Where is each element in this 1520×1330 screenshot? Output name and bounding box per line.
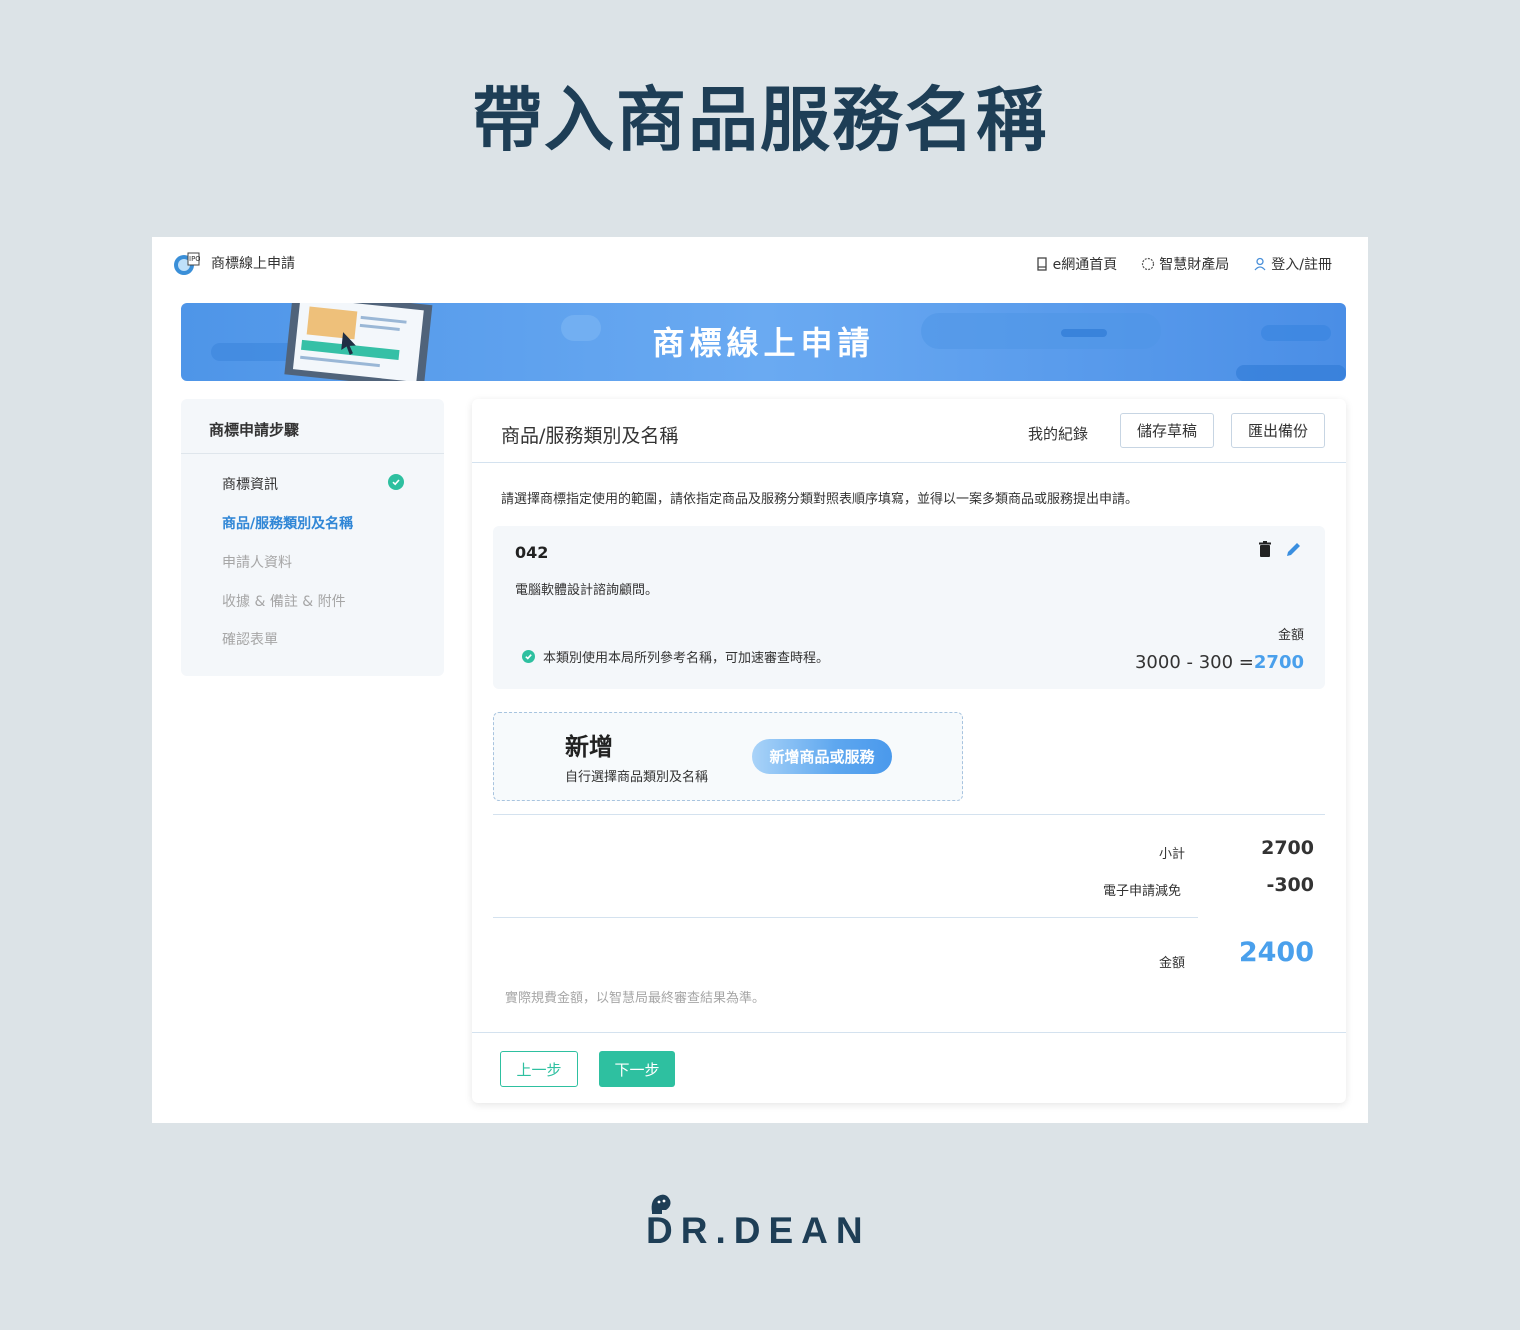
reference-note: 本類別使用本局所列參考名稱，可加速審查時程。 [522,647,829,666]
site-name[interactable]: 商標線上申請 [211,253,295,273]
add-subtitle: 自行選擇商品類別及名稱 [565,770,709,785]
divider [493,814,1325,815]
nav-tipo[interactable]: 智慧財產局 [1141,254,1229,274]
amount-formula: 3000 - 300 =2700 [1135,652,1304,673]
check-circle-icon [522,650,535,663]
main-panel: 商品/服務類別及名稱 我的紀錄 儲存草稿 匯出備份 請選擇商標指定使用的範圍，請… [472,399,1346,1103]
nav-label: 登入/註冊 [1271,257,1332,273]
pencil-icon[interactable] [1285,540,1303,558]
top-nav: e網通首頁 智慧財產局 登入/註冊 [1035,254,1332,274]
fee-note: 實際規費金額，以智慧局最終審查結果為準。 [505,991,766,1006]
step-goods-services[interactable]: 商品/服務類別及名稱 [222,513,353,533]
top-bar: IPO 商標線上申請 e網通首頁 智慧財產局 登入/註冊 [152,237,1368,289]
panel-title: 商品/服務類別及名稱 [501,425,679,447]
prev-step-button[interactable]: 上一步 [500,1051,578,1087]
class-amount: 2700 [1253,652,1304,673]
subtotal-value: 2700 [1261,837,1314,859]
check-circle-icon [388,474,404,490]
bookmark-icon [1037,257,1047,271]
discount-value: -300 [1266,874,1314,896]
total-value: 2400 [1238,937,1314,968]
divider [472,462,1346,463]
class-code: 042 [515,543,549,562]
add-goods-services-button[interactable]: 新增商品或服務 [752,739,892,774]
screenshot-window: IPO 商標線上申請 e網通首頁 智慧財產局 登入/註冊 商標線上申請 商標申請… [152,237,1368,1123]
steps-sidebar: 商標申請步驟 商標資訊 商品/服務類別及名稱 申請人資料 收據 & 備註 & 附… [181,399,444,676]
user-icon [1254,257,1266,271]
formula-text: 3000 - 300 = [1134,652,1254,673]
step-confirm[interactable]: 確認表單 [222,629,278,649]
step-receipt-notes[interactable]: 收據 & 備註 & 附件 [222,591,346,611]
divider [181,453,444,454]
svg-text:IPO: IPO [189,255,200,263]
banner: 商標線上申請 [181,303,1346,381]
globe-icon [1142,257,1155,271]
nav-label: e網通首頁 [1052,257,1118,273]
save-draft-button[interactable]: 儲存草稿 [1120,413,1214,448]
nav-e-portal[interactable]: e網通首頁 [1035,254,1118,274]
class-card: 042 電腦軟體設計諮詢顧問。 本類別使用本局所列參考名稱，可加速審查時程。 金… [493,526,1325,689]
divider [493,917,1198,918]
page-title: 帶入商品服務名稱 [472,79,1048,161]
my-records-link[interactable]: 我的紀錄 [1028,423,1088,444]
subtotal-label: 小計 [1159,847,1186,862]
class-description: 電腦軟體設計諮詢顧問。 [515,583,659,598]
add-class-card: 新增 自行選擇商品類別及名稱 新增商品或服務 [493,712,963,801]
discount-label: 電子申請減免 [1103,884,1182,899]
amount-label: 金額 [1277,628,1304,643]
divider [472,1032,1346,1033]
total-label: 金額 [1159,956,1186,971]
reference-note-text: 本類別使用本局所列參考名稱，可加速審查時程。 [543,651,830,666]
tipo-logo-icon: IPO [174,252,200,275]
banner-title: 商標線上申請 [652,324,875,362]
step-applicant[interactable]: 申請人資料 [222,552,292,572]
export-backup-button[interactable]: 匯出備份 [1231,413,1325,448]
add-title: 新增 [565,733,613,761]
nav-login[interactable]: 登入/註冊 [1253,254,1332,274]
next-step-button[interactable]: 下一步 [599,1051,675,1087]
brand-logo: DR.DEAN [646,1192,886,1252]
trash-icon[interactable] [1256,540,1274,558]
brand-text: DR.DEAN [646,1210,871,1251]
nav-label: 智慧財產局 [1159,257,1230,273]
step-trademark-info[interactable]: 商標資訊 [222,474,278,494]
instruction-text: 請選擇商標指定使用的範圍，請依指定商品及服務分類對照表順序填寫，並得以一案多類商… [501,492,1139,507]
sidebar-title: 商標申請步驟 [209,421,300,439]
